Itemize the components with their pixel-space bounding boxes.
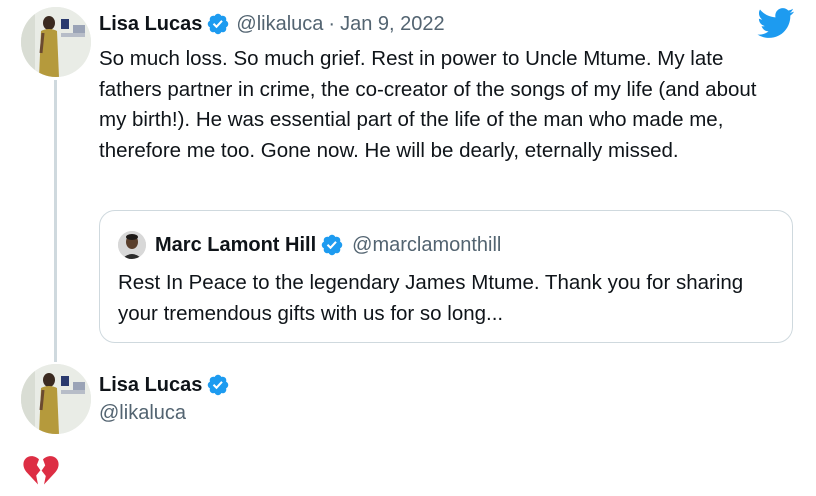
twitter-bird-icon[interactable] [757,8,795,39]
tweet-text: So much loss. So much grief. Rest in pow… [99,47,757,162]
avatar[interactable] [21,364,91,434]
quoted-tweet-text: Rest In Peace to the legendary James Mtu… [118,271,744,325]
thread-connector-line [54,80,57,362]
author-name[interactable]: Lisa Lucas [99,12,202,36]
quoted-tweet-card[interactable]: Marc Lamont Hill @marclamonthill Rest In… [99,210,793,343]
reply-header: Lisa Lucas [99,373,230,397]
verified-badge-icon [321,234,343,256]
quoted-tweet-header: Marc Lamont Hill @marclamonthill [155,233,501,257]
tweet-header: Lisa Lucas @likaluca · Jan 9, 2022 [99,12,445,36]
quoted-author-name[interactable]: Marc Lamont Hill [155,233,316,257]
tweet-date[interactable]: Jan 9, 2022 [340,12,445,36]
avatar[interactable] [118,231,146,259]
reply-author-handle[interactable]: @likaluca [99,402,186,425]
verified-badge-icon [208,13,229,35]
reply-author-name[interactable]: Lisa Lucas [99,373,202,397]
separator-dot: · [328,13,336,35]
avatar[interactable] [21,7,91,77]
author-handle[interactable]: @likaluca [236,12,323,36]
quoted-author-handle[interactable]: @marclamonthill [352,233,501,257]
broken-heart-icon [23,456,59,485]
verified-badge-icon [208,374,229,396]
